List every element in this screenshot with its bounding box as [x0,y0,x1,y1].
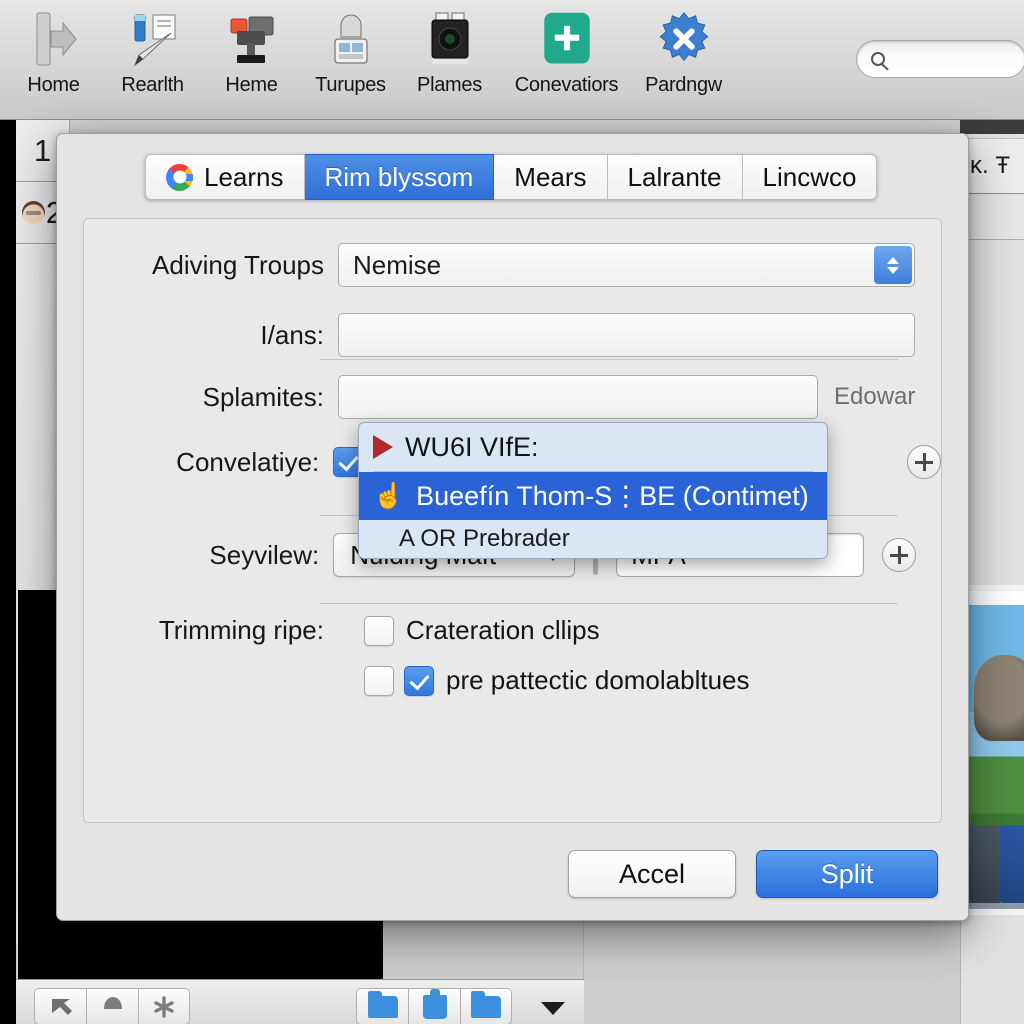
right-list-item-empty[interactable] [960,195,1024,240]
green-plus-icon [539,6,595,72]
photo-thumbnail[interactable] [960,585,1024,915]
adiving-troups-value: Nemise [353,249,442,280]
tab-bar: Learns Rim blyssom Mears Lalrante Lincwc… [145,154,878,200]
tab-lalrante[interactable]: Lalrante [607,154,743,200]
person-scanner-icon [323,6,379,72]
row-splamites: Splamites: Edowar [84,375,941,419]
right-list-item[interactable]: ĸ. Ŧ [960,138,1024,194]
stepper-chevrons-icon[interactable] [874,246,912,284]
pre-pattectic-checkbox-outer[interactable] [364,665,394,696]
menu-item-bueefin[interactable]: ☝ Bueefín Thom-S⋮BE (Contimet) [359,472,827,520]
convelatiye-add-button[interactable] [907,445,941,479]
adiving-troups-combobox[interactable]: Nemise [338,243,915,287]
toolbar-item-rearlth[interactable]: Rearlth [103,6,202,97]
tab-learns[interactable]: Learns [145,154,305,200]
preferences-dialog: Learns Rim blyssom Mears Lalrante Lincwc… [56,133,969,921]
crateration-row: Crateration cllips [364,615,600,646]
pen-and-document-icon [125,6,181,72]
vans-combobox[interactable] [338,313,915,357]
menu-item-prebrader[interactable]: A OR Prebrader [359,520,827,558]
google-g-icon [166,163,193,191]
avatar [21,201,45,224]
dropdown-menu: WU6I VIfE: ☝ Bueefín Thom-S⋮BE (Contimet… [358,422,828,559]
folder-icon-2[interactable] [460,988,512,1024]
seyvilew-add-button[interactable] [882,538,917,572]
bin-blue [1000,825,1024,903]
row-vans: I/ans: [84,313,941,357]
divider-1 [320,359,898,360]
caret-down-icon[interactable] [541,1002,565,1015]
menu-item-label: Bueefín Thom-S⋮BE (Contimet) [416,480,809,511]
toolbar-items: Home Rearlth Heme Turupes Plames Conevat… [4,6,733,97]
tab-label: Lalrante [627,161,722,192]
confirm-button[interactable]: Split [756,850,938,898]
toolbar-item-label: Home [27,74,80,96]
red-triangle-icon [373,435,393,459]
folder-delete-icon[interactable] [408,988,460,1024]
toolbar-item-label: Heme [225,74,278,96]
tab-mears[interactable]: Mears [494,154,608,200]
tab-label: Lincwco [762,161,857,192]
cancel-button[interactable]: Accel [568,850,736,898]
pre-pattectic-checkbox[interactable] [404,665,434,696]
splamites-combobox[interactable] [338,375,818,419]
row-trimming-ripe: Trimming ripe: Crateration cllips [84,615,941,646]
screen: Home Rearlth Heme Turupes Plames Conevat… [0,0,1024,1024]
tab-rim-blyssom[interactable]: Rim blyssom [304,154,495,200]
toolbar-item-label: Plames [417,74,482,96]
tab-label: Mears [514,161,587,192]
toolbar-item-label: Rearlth [121,74,184,96]
splamites-trailing-text: Edowar [834,383,916,410]
trimming-ripe-label: Trimming ripe: [158,615,324,645]
toolbar-item-label: Conevatiors [514,74,619,96]
blob-icon[interactable] [86,988,138,1024]
divider-3 [320,603,898,604]
search-input[interactable] [856,40,1024,78]
rail-item-label: 1 [33,132,52,168]
vans-label: I/ans: [260,319,324,350]
menu-item-wu6i[interactable]: WU6I VIfE: [359,423,827,471]
bottom-right-segmented [356,988,512,1024]
adiving-troups-label: Adiving Troups [152,249,324,280]
rock-shape [974,655,1024,741]
toolbar-item-turupes[interactable]: Turupes [301,6,400,97]
asterisk-icon[interactable] [138,988,190,1024]
crateration-cllips-checkbox[interactable] [364,615,394,646]
convelatiye-label: Convelatiye: [176,446,320,477]
bin-grey [968,825,1002,903]
tab-label: Learns [204,161,284,192]
arrow-corner-icon[interactable] [34,988,86,1024]
menu-item-label: A OR Prebrader [399,525,570,552]
right-pane: ĸ. Ŧ [960,120,1024,1024]
hand-pointer-icon: ☝ [373,481,405,510]
toolbar-item-home[interactable]: Home [4,6,103,97]
menu-item-label: WU6I VIfE: [405,431,539,462]
row-adiving-troups: Adiving Troups Nemise [84,243,941,287]
row-pre-pattectic: pre pattectic domolabltues [364,665,750,696]
camera-icon [422,6,478,72]
crateration-cllips-label: Crateration cllips [406,615,600,645]
monitors-icon [224,6,280,72]
toolbar-item-label: Pardngw [645,74,722,96]
toolbar-item-conevatiors[interactable]: Conevatiors [499,6,634,97]
splamites-label: Splamites: [202,381,324,412]
app-toolbar: Home Rearlth Heme Turupes Plames Conevat… [0,0,1024,120]
arrow-into-bar-icon [26,6,82,72]
blue-badge-x-icon [656,6,712,72]
toolbar-item-pardngw[interactable]: Pardngw [634,6,733,97]
toolbar-item-plames[interactable]: Plames [400,6,499,97]
left-black-strip [0,120,16,1024]
tab-label: Rim blyssom [324,161,474,192]
folder-icon[interactable] [356,988,408,1024]
search-icon [871,52,885,66]
dialog-buttons: Accel Split [568,850,938,898]
seyvilew-label: Seyvilew: [209,539,320,570]
pre-pattectic-label: pre pattectic domolabltues [446,665,750,695]
bottom-toolbar [16,979,584,1024]
toolbar-item-heme[interactable]: Heme [202,6,301,97]
bottom-left-segmented [34,988,190,1024]
tab-lincwco[interactable]: Lincwco [742,154,878,200]
right-dark-header [960,120,1024,134]
toolbar-item-label: Turupes [315,74,386,96]
